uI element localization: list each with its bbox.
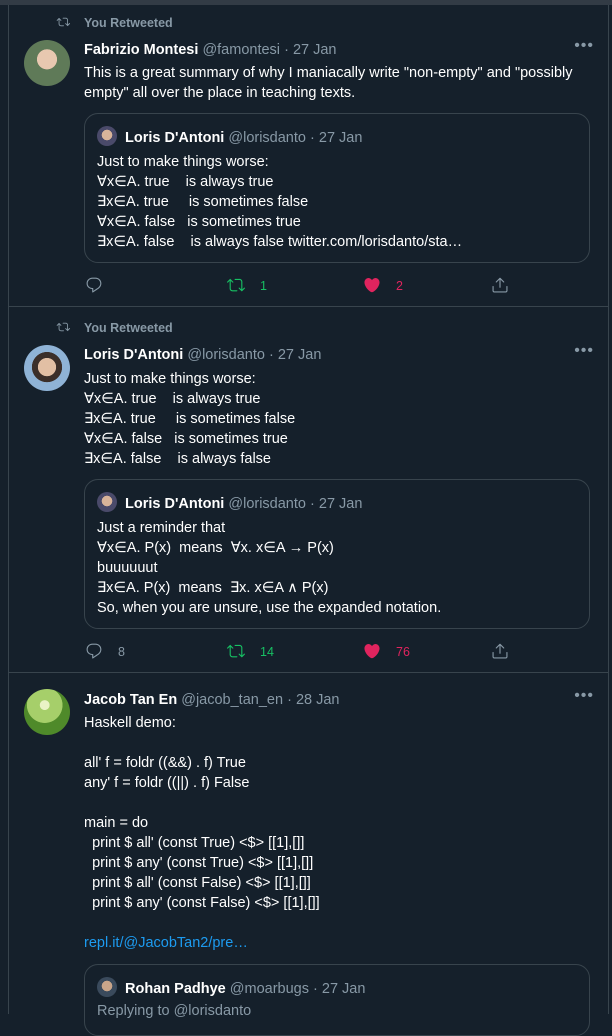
quote-text: Just to make things worse: ∀x∈A. true is… bbox=[97, 154, 463, 250]
tweet-fabrizio[interactable]: You Retweeted Fabrizio Montesi @famontes… bbox=[9, 5, 608, 307]
retweet-context: You Retweeted bbox=[56, 321, 173, 335]
share-icon bbox=[492, 643, 508, 659]
retweet-icon bbox=[56, 322, 70, 332]
heart-icon bbox=[364, 278, 380, 293]
retweet-icon bbox=[56, 17, 70, 27]
reply-icon bbox=[86, 277, 102, 293]
avatar[interactable] bbox=[24, 40, 70, 86]
timestamp[interactable]: 27 Jan bbox=[278, 347, 322, 363]
reply-count: 8 bbox=[118, 645, 125, 659]
separator-dot: · bbox=[268, 347, 274, 363]
retweet-count: 14 bbox=[260, 645, 274, 659]
retweet-count: 1 bbox=[260, 279, 267, 293]
author-name[interactable]: Loris D'Antoni bbox=[84, 347, 183, 363]
more-icon[interactable]: ••• bbox=[574, 687, 594, 705]
quoted-tweet[interactable]: Loris D'Antoni @lorisdanto · 27 Jan Just… bbox=[84, 113, 590, 263]
quote-author-handle: @lorisdanto bbox=[228, 130, 306, 146]
quote-avatar bbox=[97, 977, 117, 997]
tweet-actions: 8 14 76 bbox=[84, 643, 524, 663]
timeline: You Retweeted Fabrizio Montesi @famontes… bbox=[8, 5, 609, 1036]
separator-dot: · bbox=[287, 692, 292, 708]
quoted-tweet[interactable]: Loris D'Antoni @lorisdanto · 27 Jan Just… bbox=[84, 479, 590, 629]
tweet-header: Loris D'Antoni @lorisdanto · 27 Jan ••• bbox=[84, 342, 594, 365]
avatar[interactable] bbox=[24, 689, 70, 735]
author-name[interactable]: Fabrizio Montesi bbox=[84, 42, 198, 58]
quote-timestamp: 27 Jan bbox=[318, 496, 363, 512]
author-handle[interactable]: @lorisdanto bbox=[187, 347, 265, 363]
quote-avatar bbox=[97, 126, 117, 146]
share-icon bbox=[492, 277, 508, 293]
retweet-context: You Retweeted bbox=[56, 16, 173, 30]
quote-header: Loris D'Antoni @lorisdanto · 27 Jan bbox=[97, 126, 362, 146]
separator-dot: · bbox=[310, 130, 315, 146]
avatar[interactable] bbox=[24, 345, 70, 391]
tweet-jacob[interactable]: Jacob Tan En @jacob_tan_en · 28 Jan ••• … bbox=[9, 672, 608, 1036]
tweet-loris[interactable]: You Retweeted Loris D'Antoni @lorisdanto… bbox=[9, 306, 608, 673]
quote-header: Rohan Padhye @moarbugs · 27 Jan bbox=[97, 977, 365, 997]
quote-avatar bbox=[97, 492, 117, 512]
author-handle[interactable]: @jacob_tan_en bbox=[181, 692, 283, 708]
retweet-icon bbox=[227, 278, 245, 292]
separator-dot: · bbox=[284, 42, 289, 58]
separator-dot: · bbox=[313, 981, 318, 997]
quote-author-handle: @lorisdanto bbox=[228, 496, 306, 512]
timestamp[interactable]: 28 Jan bbox=[296, 692, 340, 708]
quoted-tweet[interactable]: Rohan Padhye @moarbugs · 27 Jan Replying… bbox=[84, 964, 590, 1036]
more-icon[interactable]: ••• bbox=[574, 37, 594, 55]
timestamp[interactable]: 27 Jan bbox=[293, 42, 337, 58]
tweet-text: This is a great summary of why I maniaca… bbox=[84, 65, 577, 101]
like-count: 2 bbox=[396, 279, 403, 293]
more-icon[interactable]: ••• bbox=[574, 342, 594, 360]
like-count: 76 bbox=[396, 645, 410, 659]
heart-icon bbox=[364, 644, 380, 659]
tweet-header: Jacob Tan En @jacob_tan_en · 28 Jan ••• bbox=[84, 687, 594, 710]
tweet-header: Fabrizio Montesi @famontesi · 27 Jan ••• bbox=[84, 37, 594, 60]
retweet-icon bbox=[227, 644, 245, 658]
quote-text: Just a reminder that ∀x∈A. P(x) means ∀x… bbox=[97, 520, 442, 616]
separator-dot: · bbox=[310, 496, 315, 512]
author-name[interactable]: Jacob Tan En bbox=[84, 692, 177, 708]
retweet-label: You Retweeted bbox=[84, 16, 173, 30]
reply-icon bbox=[86, 643, 102, 659]
author-handle[interactable]: @famontesi bbox=[202, 42, 280, 58]
quote-timestamp: 27 Jan bbox=[318, 130, 363, 146]
quote-timestamp: 27 Jan bbox=[321, 981, 366, 997]
retweet-label: You Retweeted bbox=[84, 321, 173, 335]
quote-text: Replying to @lorisdanto bbox=[97, 1003, 252, 1019]
tweet-link[interactable]: repl.it/@JacobTan2/pre… bbox=[84, 933, 594, 953]
quote-author-name: Rohan Padhye bbox=[125, 981, 226, 997]
tweet-text: Haskell demo: all' f = foldr ((&&) . f) … bbox=[84, 715, 320, 911]
tweet-text: Just to make things worse: ∀x∈A. true is… bbox=[84, 371, 296, 467]
quote-author-name: Loris D'Antoni bbox=[125, 130, 225, 146]
quote-author-handle: @moarbugs bbox=[229, 981, 309, 997]
tweet-actions: 1 2 bbox=[84, 277, 524, 297]
quote-author-name: Loris D'Antoni bbox=[125, 496, 225, 512]
quote-header: Loris D'Antoni @lorisdanto · 27 Jan bbox=[97, 492, 362, 512]
